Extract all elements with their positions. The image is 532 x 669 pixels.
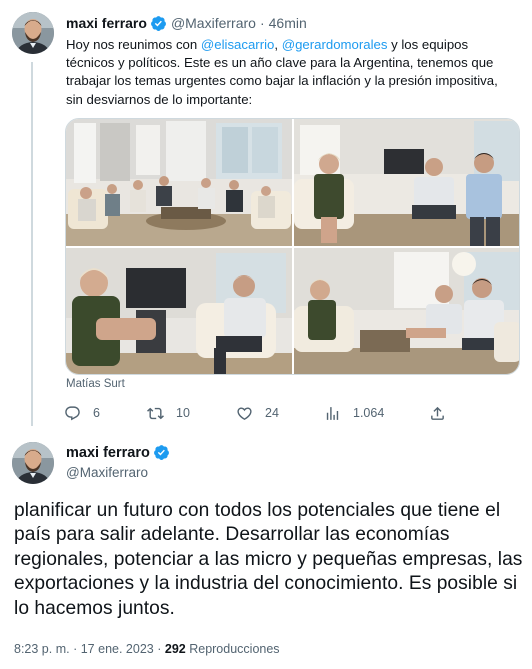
tweet-time[interactable]: 8:23 p. m. — [14, 642, 70, 656]
retweet-button[interactable]: 10 — [147, 402, 190, 424]
views-count: 1.064 — [353, 406, 385, 420]
avatar-photo — [12, 442, 54, 484]
reply-count: 6 — [93, 406, 100, 420]
share-icon — [431, 406, 444, 420]
avatar[interactable] — [12, 442, 54, 484]
tweet-header: maxi ferraro @Maxiferraro · 46min — [66, 13, 307, 33]
tweet-meta: 8:23 p. m. · 17 ene. 2023 · 292 Reproduc… — [14, 642, 280, 656]
photo-meeting-closeup[interactable] — [294, 119, 519, 246]
tweet-actions: 6 10 24 1.064 — [64, 402, 454, 424]
reply-button[interactable]: 6 — [64, 402, 100, 424]
views-chart-icon — [326, 406, 339, 420]
photo-conversation[interactable] — [66, 248, 292, 374]
photo-credit[interactable]: Matías Surt — [66, 378, 125, 390]
photo-image — [294, 248, 519, 374]
photo-image — [66, 248, 292, 374]
author-name-row: maxi ferraro — [66, 444, 174, 461]
retweet-count: 10 — [176, 406, 190, 420]
tweet-text-part: , — [274, 37, 282, 52]
share-button[interactable] — [429, 402, 458, 424]
author-handle[interactable]: @Maxiferraro — [66, 465, 148, 480]
retweet-icon — [147, 407, 164, 419]
photo-image — [294, 119, 519, 246]
photo-group-sofa[interactable] — [294, 248, 519, 374]
separator: · — [73, 642, 78, 656]
tweet-text: Hoy nos reunimos con @elisacarrio, @gera… — [66, 36, 518, 109]
mention-link[interactable]: @elisacarrio — [201, 37, 274, 52]
separator: · — [157, 642, 162, 656]
author-name[interactable]: maxi ferraro — [66, 445, 150, 461]
avatar-photo — [12, 12, 54, 54]
media-grid — [65, 118, 520, 375]
views-count: 292 — [164, 642, 186, 656]
like-count: 24 — [265, 406, 279, 420]
photo-meeting-room[interactable] — [66, 119, 292, 246]
heart-icon — [237, 406, 252, 420]
like-button[interactable]: 24 — [236, 402, 279, 424]
thread-line — [31, 62, 33, 426]
author-name[interactable]: maxi ferraro — [66, 15, 147, 31]
separator: · — [259, 15, 265, 31]
mention-link[interactable]: @gerardomorales — [282, 37, 388, 52]
verified-badge-icon — [150, 15, 166, 31]
photo-image — [66, 119, 292, 246]
views-button[interactable]: 1.064 — [324, 402, 384, 424]
thread-tweet[interactable]: maxi ferraro @Maxiferraro · 46min Hoy no… — [0, 0, 532, 430]
avatar[interactable] — [12, 12, 54, 54]
views-label: Reproducciones — [189, 642, 280, 656]
tweet-time[interactable]: 46min — [269, 15, 307, 31]
tweet-text-part: Hoy nos reunimos con — [66, 37, 201, 52]
verified-badge-icon — [153, 445, 169, 460]
author-handle[interactable]: @Maxiferraro — [171, 15, 256, 31]
reply-icon — [65, 405, 80, 420]
tweet-date[interactable]: 17 ene. 2023 — [81, 642, 154, 656]
tweet-text: planificar un futuro con todos los poten… — [14, 500, 523, 619]
